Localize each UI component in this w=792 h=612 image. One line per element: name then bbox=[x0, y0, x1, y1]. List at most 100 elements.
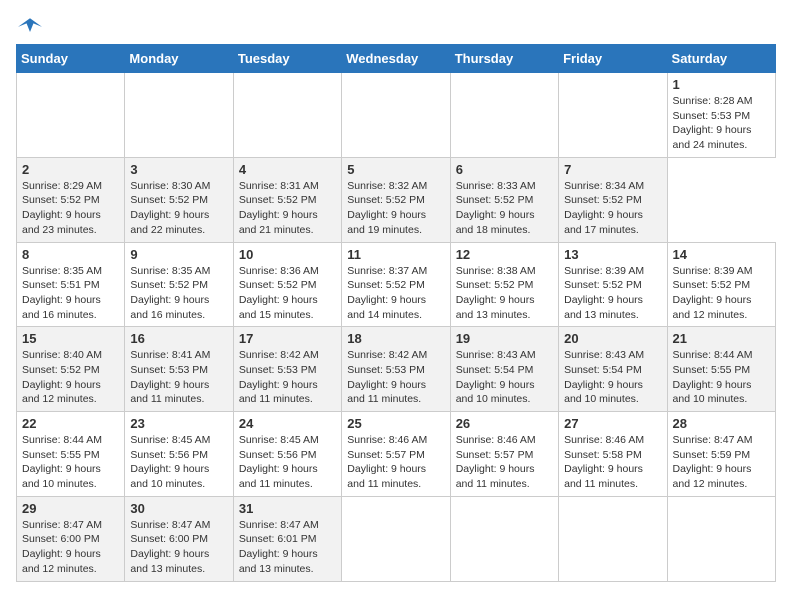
day-number: 14 bbox=[673, 247, 770, 262]
day-number: 9 bbox=[130, 247, 227, 262]
day-info: Sunrise: 8:35 AMSunset: 5:51 PMDaylight:… bbox=[22, 264, 119, 323]
day-number: 22 bbox=[22, 416, 119, 431]
calendar-cell bbox=[559, 73, 667, 158]
calendar-cell bbox=[450, 73, 558, 158]
day-info: Sunrise: 8:45 AMSunset: 5:56 PMDaylight:… bbox=[239, 433, 336, 492]
day-info: Sunrise: 8:29 AMSunset: 5:52 PMDaylight:… bbox=[22, 179, 119, 238]
day-number: 20 bbox=[564, 331, 661, 346]
calendar-cell: 8 Sunrise: 8:35 AMSunset: 5:51 PMDaylight… bbox=[17, 242, 125, 327]
day-number: 4 bbox=[239, 162, 336, 177]
calendar-cell bbox=[559, 496, 667, 581]
day-number: 17 bbox=[239, 331, 336, 346]
day-number: 29 bbox=[22, 501, 119, 516]
dow-header-friday: Friday bbox=[559, 45, 667, 73]
day-info: Sunrise: 8:40 AMSunset: 5:52 PMDaylight:… bbox=[22, 348, 119, 407]
calendar-week-row: 2 Sunrise: 8:29 AMSunset: 5:52 PMDaylight… bbox=[17, 157, 776, 242]
day-of-week-header-row: SundayMondayTuesdayWednesdayThursdayFrid… bbox=[17, 45, 776, 73]
calendar-week-row: 15Sunrise: 8:40 AMSunset: 5:52 PMDayligh… bbox=[17, 327, 776, 412]
logo bbox=[16, 16, 42, 36]
day-info: Sunrise: 8:37 AMSunset: 5:52 PMDaylight:… bbox=[347, 264, 444, 323]
day-info: Sunrise: 8:45 AMSunset: 5:56 PMDaylight:… bbox=[130, 433, 227, 492]
calendar-cell: 24 Sunrise: 8:45 AMSunset: 5:56 PMDayligh… bbox=[233, 412, 341, 497]
dow-header-wednesday: Wednesday bbox=[342, 45, 450, 73]
day-number: 6 bbox=[456, 162, 553, 177]
calendar-cell: 5Sunrise: 8:32 AMSunset: 5:52 PMDaylight… bbox=[342, 157, 450, 242]
calendar-cell: 1 Sunrise: 8:28 AMSunset: 5:53 PMDaylight… bbox=[667, 73, 775, 158]
day-number: 31 bbox=[239, 501, 336, 516]
day-number: 28 bbox=[673, 416, 770, 431]
calendar-cell: 25Sunrise: 8:46 AMSunset: 5:57 PMDayligh… bbox=[342, 412, 450, 497]
calendar-cell: 29 Sunrise: 8:47 AMSunset: 6:00 PMDayligh… bbox=[17, 496, 125, 581]
day-info: Sunrise: 8:36 AMSunset: 5:52 PMDaylight:… bbox=[239, 264, 336, 323]
logo-bird-icon bbox=[18, 16, 42, 36]
day-info: Sunrise: 8:39 AMSunset: 5:52 PMDaylight:… bbox=[564, 264, 661, 323]
calendar-cell: 6 Sunrise: 8:33 AMSunset: 5:52 PMDaylight… bbox=[450, 157, 558, 242]
day-number: 10 bbox=[239, 247, 336, 262]
calendar-cell: 4Sunrise: 8:31 AMSunset: 5:52 PMDaylight… bbox=[233, 157, 341, 242]
day-number: 1 bbox=[673, 77, 770, 92]
calendar-cell: 23 Sunrise: 8:45 AMSunset: 5:56 PMDayligh… bbox=[125, 412, 233, 497]
calendar-cell: 31 Sunrise: 8:47 AMSunset: 6:01 PMDayligh… bbox=[233, 496, 341, 581]
calendar-cell: 2 Sunrise: 8:29 AMSunset: 5:52 PMDaylight… bbox=[17, 157, 125, 242]
day-info: Sunrise: 8:46 AMSunset: 5:58 PMDaylight:… bbox=[564, 433, 661, 492]
calendar-cell bbox=[342, 496, 450, 581]
calendar-cell: 22Sunrise: 8:44 AMSunset: 5:55 PMDayligh… bbox=[17, 412, 125, 497]
day-number: 30 bbox=[130, 501, 227, 516]
day-info: Sunrise: 8:38 AMSunset: 5:52 PMDaylight:… bbox=[456, 264, 553, 323]
day-info: Sunrise: 8:46 AMSunset: 5:57 PMDaylight:… bbox=[347, 433, 444, 492]
day-info: Sunrise: 8:28 AMSunset: 5:53 PMDaylight:… bbox=[673, 94, 770, 153]
calendar-cell bbox=[233, 73, 341, 158]
header bbox=[16, 16, 776, 36]
calendar-cell bbox=[450, 496, 558, 581]
calendar-cell: 20 Sunrise: 8:43 AMSunset: 5:54 PMDayligh… bbox=[559, 327, 667, 412]
dow-header-tuesday: Tuesday bbox=[233, 45, 341, 73]
day-number: 5 bbox=[347, 162, 444, 177]
day-number: 24 bbox=[239, 416, 336, 431]
calendar-cell: 26Sunrise: 8:46 AMSunset: 5:57 PMDayligh… bbox=[450, 412, 558, 497]
calendar-cell bbox=[667, 496, 775, 581]
calendar-week-row: 8 Sunrise: 8:35 AMSunset: 5:51 PMDaylight… bbox=[17, 242, 776, 327]
calendar-cell: 13 Sunrise: 8:39 AMSunset: 5:52 PMDayligh… bbox=[559, 242, 667, 327]
day-number: 23 bbox=[130, 416, 227, 431]
day-number: 12 bbox=[456, 247, 553, 262]
calendar-week-row: 29 Sunrise: 8:47 AMSunset: 6:00 PMDayligh… bbox=[17, 496, 776, 581]
calendar-week-row: 1 Sunrise: 8:28 AMSunset: 5:53 PMDaylight… bbox=[17, 73, 776, 158]
calendar-body: 1 Sunrise: 8:28 AMSunset: 5:53 PMDaylight… bbox=[17, 73, 776, 582]
day-info: Sunrise: 8:46 AMSunset: 5:57 PMDaylight:… bbox=[456, 433, 553, 492]
day-number: 7 bbox=[564, 162, 661, 177]
calendar-cell: 9 Sunrise: 8:35 AMSunset: 5:52 PMDaylight… bbox=[125, 242, 233, 327]
day-info: Sunrise: 8:47 AMSunset: 6:00 PMDaylight:… bbox=[22, 518, 119, 577]
day-number: 13 bbox=[564, 247, 661, 262]
calendar-cell: 28 Sunrise: 8:47 AMSunset: 5:59 PMDayligh… bbox=[667, 412, 775, 497]
calendar-table: SundayMondayTuesdayWednesdayThursdayFrid… bbox=[16, 44, 776, 582]
day-info: Sunrise: 8:47 AMSunset: 6:01 PMDaylight:… bbox=[239, 518, 336, 577]
day-info: Sunrise: 8:47 AMSunset: 6:00 PMDaylight:… bbox=[130, 518, 227, 577]
calendar-cell: 16 Sunrise: 8:41 AMSunset: 5:53 PMDayligh… bbox=[125, 327, 233, 412]
calendar-cell: 3Sunrise: 8:30 AMSunset: 5:52 PMDaylight… bbox=[125, 157, 233, 242]
day-number: 2 bbox=[22, 162, 119, 177]
day-number: 16 bbox=[130, 331, 227, 346]
day-info: Sunrise: 8:35 AMSunset: 5:52 PMDaylight:… bbox=[130, 264, 227, 323]
day-info: Sunrise: 8:44 AMSunset: 5:55 PMDaylight:… bbox=[673, 348, 770, 407]
calendar-cell: 27 Sunrise: 8:46 AMSunset: 5:58 PMDayligh… bbox=[559, 412, 667, 497]
calendar-cell: 30 Sunrise: 8:47 AMSunset: 6:00 PMDayligh… bbox=[125, 496, 233, 581]
day-info: Sunrise: 8:33 AMSunset: 5:52 PMDaylight:… bbox=[456, 179, 553, 238]
calendar-cell: 17Sunrise: 8:42 AMSunset: 5:53 PMDayligh… bbox=[233, 327, 341, 412]
calendar-cell bbox=[17, 73, 125, 158]
calendar-cell bbox=[342, 73, 450, 158]
day-number: 19 bbox=[456, 331, 553, 346]
day-info: Sunrise: 8:43 AMSunset: 5:54 PMDaylight:… bbox=[564, 348, 661, 407]
dow-header-sunday: Sunday bbox=[17, 45, 125, 73]
day-info: Sunrise: 8:30 AMSunset: 5:52 PMDaylight:… bbox=[130, 179, 227, 238]
calendar-cell: 21 Sunrise: 8:44 AMSunset: 5:55 PMDayligh… bbox=[667, 327, 775, 412]
day-number: 8 bbox=[22, 247, 119, 262]
calendar-cell: 14 Sunrise: 8:39 AMSunset: 5:52 PMDayligh… bbox=[667, 242, 775, 327]
calendar-cell bbox=[125, 73, 233, 158]
calendar-cell: 19Sunrise: 8:43 AMSunset: 5:54 PMDayligh… bbox=[450, 327, 558, 412]
day-info: Sunrise: 8:41 AMSunset: 5:53 PMDaylight:… bbox=[130, 348, 227, 407]
day-info: Sunrise: 8:39 AMSunset: 5:52 PMDaylight:… bbox=[673, 264, 770, 323]
day-number: 27 bbox=[564, 416, 661, 431]
day-number: 11 bbox=[347, 247, 444, 262]
day-number: 21 bbox=[673, 331, 770, 346]
day-info: Sunrise: 8:47 AMSunset: 5:59 PMDaylight:… bbox=[673, 433, 770, 492]
